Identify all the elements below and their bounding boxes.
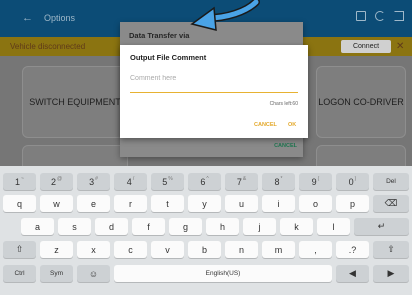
- page-title: Options: [44, 13, 76, 23]
- shift-key-right[interactable]: ⇧: [373, 241, 409, 258]
- key-comma[interactable]: ,: [299, 241, 332, 258]
- key-h[interactable]: h: [206, 218, 239, 235]
- curved-arrow-icon: [190, 0, 260, 31]
- key-n[interactable]: n: [225, 241, 258, 258]
- key-0[interactable]: 0): [336, 173, 369, 190]
- key-5[interactable]: 5%: [151, 173, 184, 190]
- key-3[interactable]: 3 #: [77, 173, 110, 190]
- emoji-icon[interactable]: ☺: [77, 265, 110, 282]
- key-g[interactable]: g: [169, 218, 202, 235]
- key-7[interactable]: 7 &: [225, 173, 258, 190]
- key-w[interactable]: w: [40, 195, 73, 212]
- onscreen-keyboard: 1 ~ 2 @ 3 # 4/ 5% 6 ^ 7 & 8 * 9( 0) Del q w e …: [0, 166, 412, 295]
- key-9[interactable]: 9(: [299, 173, 332, 190]
- key-i[interactable]: i: [262, 195, 295, 212]
- dialog-title: Output File Comment: [130, 53, 207, 62]
- window-icon[interactable]: [356, 11, 366, 21]
- arrow-left-key[interactable]: ◀: [336, 265, 369, 282]
- cancel-button[interactable]: CANCEL: [254, 122, 277, 128]
- key-q[interactable]: q: [3, 195, 36, 212]
- delete-key[interactable]: Del: [373, 173, 409, 190]
- key-l[interactable]: l: [317, 218, 350, 235]
- connect-button[interactable]: Connect: [341, 40, 391, 53]
- arrow-right-key[interactable]: ▶: [373, 265, 409, 282]
- chars-left-counter: Chars left:60: [269, 101, 298, 107]
- key-t[interactable]: t: [151, 195, 184, 212]
- key-u[interactable]: u: [225, 195, 258, 212]
- topbar-icons: [356, 11, 404, 21]
- key-k[interactable]: k: [280, 218, 313, 235]
- data-transfer-title: Data Transfer via: [129, 31, 190, 40]
- sym-key[interactable]: Sym: [40, 265, 73, 282]
- key-2[interactable]: 2 @: [40, 173, 73, 190]
- key-x[interactable]: x: [77, 241, 110, 258]
- key-4[interactable]: 4/: [114, 173, 147, 190]
- key-period[interactable]: .?: [336, 241, 369, 258]
- back-arrow-icon[interactable]: ←: [22, 12, 33, 24]
- shift-key-left[interactable]: ⇧: [3, 241, 36, 258]
- key-d[interactable]: d: [95, 218, 128, 235]
- refresh-icon[interactable]: [375, 11, 385, 21]
- key-a[interactable]: a: [21, 218, 54, 235]
- key-6[interactable]: 6 ^: [188, 173, 221, 190]
- enter-key[interactable]: ↵: [354, 218, 409, 235]
- key-r[interactable]: r: [114, 195, 147, 212]
- key-c[interactable]: c: [114, 241, 147, 258]
- logon-co-driver-tile[interactable]: LOGON CO-DRIVER: [316, 66, 406, 138]
- key-v[interactable]: v: [151, 241, 184, 258]
- backspace-key[interactable]: ⌫: [373, 195, 409, 212]
- status-message: Vehicle disconnected: [10, 42, 86, 51]
- key-e[interactable]: e: [77, 195, 110, 212]
- close-icon[interactable]: ✕: [396, 40, 404, 53]
- key-j[interactable]: j: [243, 218, 276, 235]
- key-s[interactable]: s: [58, 218, 91, 235]
- ok-button[interactable]: OK: [288, 122, 296, 128]
- switch-equipment-tile[interactable]: SWITCH EQUIPMENT: [22, 66, 128, 138]
- comment-input[interactable]: [130, 65, 298, 93]
- key-p[interactable]: p: [336, 195, 369, 212]
- key-b[interactable]: b: [188, 241, 221, 258]
- key-8[interactable]: 8 *: [262, 173, 295, 190]
- key-f[interactable]: f: [132, 218, 165, 235]
- transfer-cancel-button[interactable]: CANCEL: [274, 143, 297, 149]
- key-y[interactable]: y: [188, 195, 221, 212]
- ctrl-key[interactable]: Ctrl: [3, 265, 36, 282]
- output-file-comment-dialog: Output File Comment Chars left:60 CANCEL…: [120, 45, 308, 138]
- key-z[interactable]: z: [40, 241, 73, 258]
- key-o[interactable]: o: [299, 195, 332, 212]
- key-m[interactable]: m: [262, 241, 295, 258]
- spacebar[interactable]: English(US): [114, 265, 332, 282]
- key-1[interactable]: 1 ~: [3, 173, 36, 190]
- logout-icon[interactable]: [394, 11, 404, 21]
